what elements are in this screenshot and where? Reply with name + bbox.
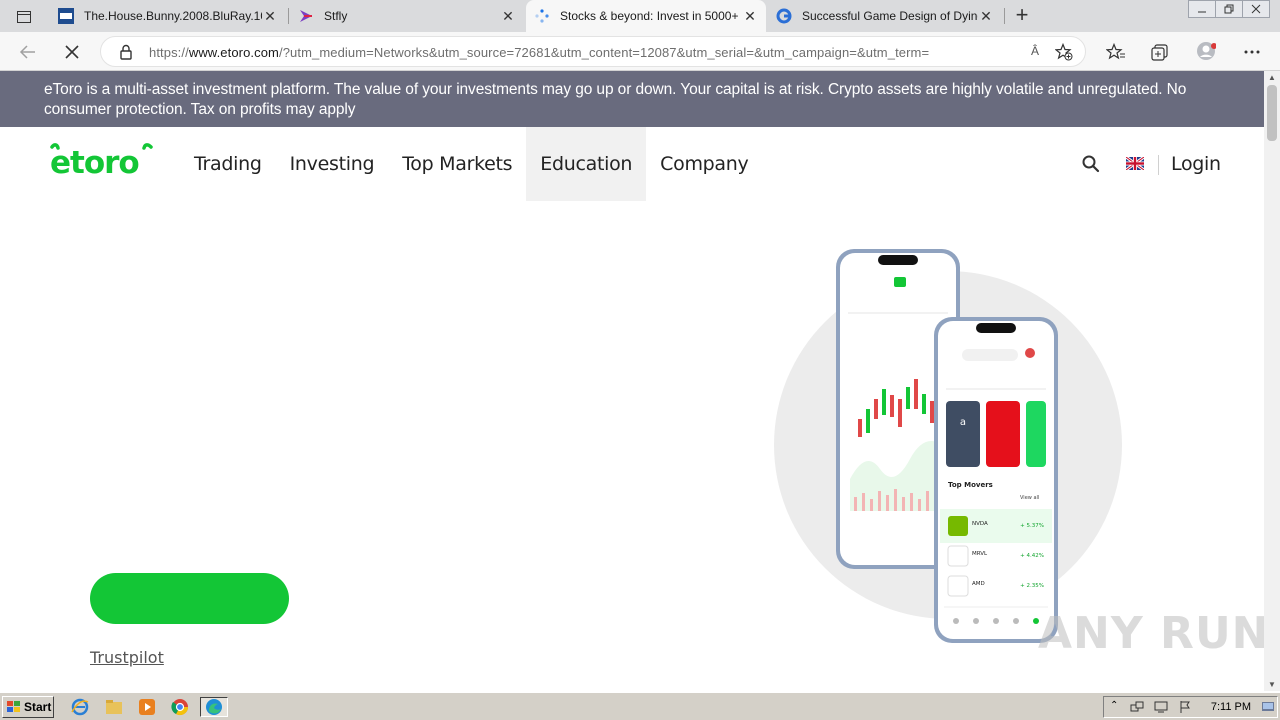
settings-more-icon[interactable] (1242, 42, 1262, 62)
etoro-logo[interactable]: etoro (48, 141, 156, 184)
browser-toolbar: https://www.etoro.com/?utm_medium=Networ… (0, 32, 1280, 71)
tab-house-bunny[interactable]: The.House.Bunny.2008.BluRay.10 ✕ (50, 0, 286, 32)
nav-education[interactable]: Education (526, 127, 647, 201)
uk-flag-icon[interactable] (1125, 155, 1145, 172)
tab-title: Successful Game Design of Dying (802, 9, 978, 23)
close-icon (65, 45, 79, 59)
windows-logo-icon (7, 701, 20, 712)
mover-change: + 2.35% (1020, 583, 1044, 589)
tab-divider (1004, 8, 1005, 24)
stop-loading-button[interactable] (60, 40, 84, 64)
display-icon[interactable] (1154, 700, 1168, 719)
login-link[interactable]: Login (1171, 153, 1221, 175)
mover-change: + 5.37% (1020, 523, 1044, 529)
collections-icon[interactable] (1150, 42, 1170, 62)
tab-close-button[interactable]: ✕ (742, 8, 758, 25)
tab-divider (288, 8, 289, 24)
tab-strip: The.House.Bunny.2008.BluRay.10 ✕ Stfly ✕… (0, 0, 1280, 32)
internet-explorer-icon[interactable] (70, 697, 90, 717)
top-movers-title: Top Movers (948, 481, 993, 489)
view-all-link: View all (1020, 495, 1039, 501)
network-icon[interactable] (1130, 700, 1144, 719)
tab-title: The.House.Bunny.2008.BluRay.10 (84, 9, 262, 23)
edge-taskbar-icon[interactable] (200, 697, 228, 717)
tab-close-button[interactable]: ✕ (500, 8, 516, 25)
scrollbar-thumb[interactable] (1267, 85, 1277, 141)
restore-icon (1224, 4, 1234, 14)
close-window-button[interactable] (1242, 0, 1270, 18)
read-aloud-button[interactable]: Â (1031, 44, 1039, 58)
minimize-button[interactable] (1188, 0, 1216, 18)
url-scheme: https:// (149, 45, 189, 60)
tab-close-button[interactable]: ✕ (978, 8, 994, 25)
svg-text:a: a (960, 417, 966, 428)
tab-actions-icon (17, 11, 31, 23)
loading-icon (534, 8, 550, 24)
logo-text: etoro (50, 145, 139, 179)
google-icon (776, 8, 792, 24)
chrome-icon[interactable] (170, 697, 190, 717)
address-bar[interactable]: https://www.etoro.com/?utm_medium=Networ… (100, 36, 1086, 67)
new-tab-button[interactable]: + (1010, 4, 1034, 28)
tab-game-design[interactable]: Successful Game Design of Dying ✕ (768, 0, 1002, 32)
page-scrollbar[interactable]: ▲ ▼ (1264, 71, 1280, 691)
anyrun-watermark: ANY RUN (1038, 608, 1270, 659)
restore-button[interactable] (1215, 0, 1243, 18)
risk-warning-banner: eToro is a multi-asset investment platfo… (0, 71, 1264, 127)
trustpilot-link[interactable]: Trustpilot (90, 648, 164, 667)
header-divider (1158, 155, 1159, 175)
tab-title: Stfly (324, 9, 348, 23)
system-tray: ⌃ 7:11 PM (1103, 696, 1278, 718)
nav-investing[interactable]: Investing (276, 127, 389, 201)
mover-change: + 4.42% (1020, 553, 1044, 559)
url-path: /?utm_medium=Networks&utm_source=72681&u… (279, 45, 930, 60)
minimize-icon (1198, 11, 1206, 13)
scroll-down-arrow-icon[interactable]: ▼ (1268, 680, 1276, 689)
profile-avatar-icon[interactable] (1196, 42, 1216, 62)
main-nav: Trading Investing Top Markets Education … (180, 127, 762, 201)
tray-expand-icon[interactable]: ⌃ (1110, 700, 1118, 711)
window-controls (1188, 0, 1270, 20)
mover-ticker: NVDA (972, 521, 988, 527)
tab-actions-button[interactable] (8, 6, 40, 28)
nav-trading[interactable]: Trading (180, 127, 276, 201)
video-site-icon (58, 8, 74, 24)
taskbar-clock[interactable]: 7:11 PM (1211, 701, 1251, 713)
site-header: etoro Trading Investing Top Markets Educ… (0, 127, 1264, 201)
url-text: https://www.etoro.com/?utm_medium=Networ… (149, 45, 929, 60)
start-button[interactable]: Start (2, 696, 54, 718)
join-etoro-button[interactable] (90, 573, 289, 624)
show-desktop-icon[interactable] (1261, 699, 1275, 715)
tab-title: Stocks & beyond: Invest in 5000+ (560, 9, 739, 23)
action-center-flag-icon[interactable] (1178, 700, 1192, 719)
start-label: Start (24, 700, 52, 714)
tab-etoro[interactable]: Stocks & beyond: Invest in 5000+ ✕ (526, 0, 766, 32)
media-player-icon[interactable] (137, 697, 157, 717)
windows-taskbar: Start ⌃ 7:11 PM (0, 692, 1280, 720)
stfly-icon (298, 8, 314, 24)
back-button[interactable] (16, 40, 40, 64)
nav-top-markets[interactable]: Top Markets (388, 127, 526, 201)
mover-ticker: AMD (972, 581, 985, 587)
mover-ticker: MRVL (972, 551, 988, 557)
back-arrow-icon (19, 45, 35, 59)
nav-company[interactable]: Company (646, 127, 762, 201)
tab-stfly[interactable]: Stfly ✕ (290, 0, 524, 32)
url-host: www.etoro.com (188, 45, 279, 60)
favorites-icon[interactable] (1106, 42, 1126, 62)
add-favorite-icon[interactable] (1054, 42, 1073, 66)
search-icon[interactable] (1082, 155, 1100, 178)
scroll-up-arrow-icon[interactable]: ▲ (1268, 73, 1276, 82)
file-explorer-icon[interactable] (104, 697, 124, 717)
tab-close-button[interactable]: ✕ (262, 8, 278, 25)
close-icon (1251, 4, 1261, 14)
hero-phones-image: a Top Movers View all NVDA + 5.37% MRVL … (770, 245, 1130, 645)
lock-icon (119, 44, 133, 65)
